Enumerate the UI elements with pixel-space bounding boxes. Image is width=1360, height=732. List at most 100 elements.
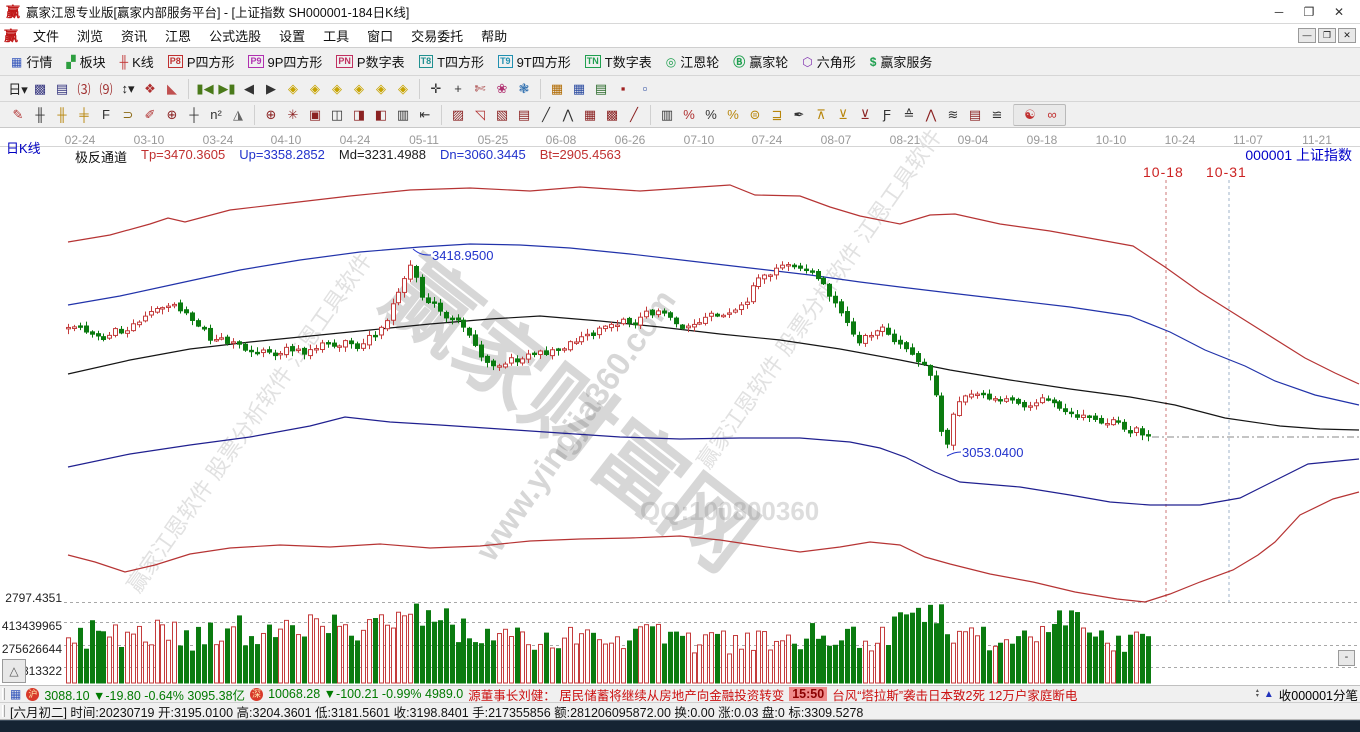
- minimize-icon[interactable]: ─: [1264, 5, 1294, 19]
- menu-8[interactable]: 窗口: [358, 24, 402, 47]
- winner-wheel-button[interactable]: Ⓑ赢家轮: [726, 49, 795, 74]
- gold-circle-icon[interactable]: ⊜: [744, 105, 766, 125]
- menu-1[interactable]: 文件: [24, 24, 68, 47]
- shrink-button[interactable]: -: [1338, 650, 1355, 666]
- trend-line-icon[interactable]: ╱: [535, 105, 557, 125]
- wave-icon[interactable]: ≋: [942, 105, 964, 125]
- ray-line-icon[interactable]: ╱: [623, 105, 645, 125]
- square-grid-icon[interactable]: ▦: [579, 105, 601, 125]
- pattern-brain-icon[interactable]: ❃: [513, 79, 535, 99]
- sectors-button[interactable]: ▞板块: [59, 49, 112, 74]
- crosshair-icon[interactable]: +: [447, 79, 469, 99]
- peak-tool-icon[interactable]: ⋀: [920, 105, 942, 125]
- restore-icon[interactable]: ❐: [1294, 5, 1324, 19]
- shen-grid-icon[interactable]: ◨: [348, 105, 370, 125]
- nine-t-square-button[interactable]: T99T四方形: [491, 49, 578, 74]
- shade-box-icon[interactable]: ▧: [491, 105, 513, 125]
- ma3-icon[interactable]: ⑶: [73, 79, 95, 99]
- save-icon[interactable]: ▪: [612, 79, 634, 99]
- flag-icon[interactable]: ◮: [227, 105, 249, 125]
- news-ticker-1[interactable]: 源董事长刘健： 居民储蓄将继续从房地产向金融投资转变: [468, 686, 784, 703]
- grid-tool-icon[interactable]: ╫: [29, 105, 51, 125]
- gann-diamond-left-icon[interactable]: ◈: [282, 79, 304, 99]
- color-volume-icon[interactable]: ◣: [161, 79, 183, 99]
- menu-5[interactable]: 公式选股: [200, 24, 270, 47]
- measure-icon[interactable]: ✄: [469, 79, 491, 99]
- gold-grid-icon[interactable]: ╫: [51, 105, 73, 125]
- news-ticker-2[interactable]: 台风“塔拉斯”袭击日本致2死 12万户家庭断电: [832, 686, 1077, 703]
- menu-3[interactable]: 资讯: [112, 24, 156, 47]
- market-grid-icon[interactable]: ▦: [10, 687, 21, 701]
- child-restore-icon[interactable]: ❐: [1318, 28, 1336, 43]
- p-number-table-button[interactable]: PNP数字表: [329, 49, 411, 74]
- fan-lines-icon[interactable]: ◹: [469, 105, 491, 125]
- cross-grid-icon[interactable]: ┼: [183, 105, 205, 125]
- menu-4[interactable]: 江恩: [156, 24, 200, 47]
- ticker-scroll-spinner[interactable]: ▴▾: [1256, 689, 1259, 699]
- gann-diamond-grid-icon[interactable]: ◈: [392, 79, 414, 99]
- ladder-icon[interactable]: ▤: [964, 105, 986, 125]
- ruler-grid-icon[interactable]: ▥: [392, 105, 414, 125]
- prev-bar-icon[interactable]: ◀: [238, 79, 260, 99]
- angle-gold-icon[interactable]: ⊼: [810, 105, 832, 125]
- gold-box-icon[interactable]: ⊒: [766, 105, 788, 125]
- pen-icon[interactable]: ✐: [139, 105, 161, 125]
- ma9-icon[interactable]: ⑼: [95, 79, 117, 99]
- percent-red-icon[interactable]: %: [678, 105, 700, 125]
- bar-style-dropdown[interactable]: ↕▾: [117, 79, 139, 99]
- zigzag-icon[interactable]: ⋀: [557, 105, 579, 125]
- pattern-search-icon[interactable]: ❖: [139, 79, 161, 99]
- taiji-icon[interactable]: ☯: [1019, 105, 1041, 125]
- gann-wheel-button[interactable]: ◎江恩轮: [659, 49, 727, 74]
- ink-pen-icon[interactable]: ✒: [788, 105, 810, 125]
- win-grid-icon[interactable]: ◧: [370, 105, 392, 125]
- infinity-icon[interactable]: ∞: [1041, 105, 1063, 125]
- hexagon-button[interactable]: ⬡六角形: [795, 49, 863, 74]
- child-close-icon[interactable]: ✕: [1338, 28, 1356, 43]
- column-tool-icon[interactable]: ▥: [656, 105, 678, 125]
- menu-10[interactable]: 帮助: [472, 24, 516, 47]
- square-number-icon[interactable]: n²: [205, 105, 227, 125]
- angle-grid-icon[interactable]: ▨: [447, 105, 469, 125]
- gann-diamond-contract-icon[interactable]: ◈: [348, 79, 370, 99]
- chart-region[interactable]: 赢家财富网 www.yingjia360.com 赢家江恩软件 股票分析软件 江…: [0, 128, 1360, 686]
- calendar-icon[interactable]: ▦: [546, 79, 568, 99]
- close-icon[interactable]: ✕: [1324, 5, 1354, 19]
- kline-button[interactable]: ╫K线: [113, 49, 161, 74]
- congruent-icon[interactable]: ≌: [986, 105, 1008, 125]
- wedge-gold-icon[interactable]: ⊻: [832, 105, 854, 125]
- gann-diamond-right-icon[interactable]: ◈: [304, 79, 326, 99]
- market-quotes-button[interactable]: ▦行情: [4, 49, 59, 74]
- t-square-button[interactable]: T8T四方形: [412, 49, 491, 74]
- gann-box-icon[interactable]: ▣: [304, 105, 326, 125]
- f-line-icon[interactable]: Ƒ: [876, 105, 898, 125]
- next-bar-icon[interactable]: ▶: [260, 79, 282, 99]
- menu-9[interactable]: 交易委托: [402, 24, 472, 47]
- gann-diamond-expand-icon[interactable]: ◈: [326, 79, 348, 99]
- rose-tool-icon[interactable]: ❀: [491, 79, 513, 99]
- nine-p-square-button[interactable]: P99P四方形: [241, 49, 329, 74]
- fibonacci-icon[interactable]: F: [95, 105, 117, 125]
- tick-data-label[interactable]: 收000001分笔: [1279, 686, 1358, 703]
- notepad-icon[interactable]: ▤: [590, 79, 612, 99]
- winner-service-button[interactable]: $赢家服务: [863, 49, 940, 74]
- menu-2[interactable]: 浏览: [68, 24, 112, 47]
- band-box-icon[interactable]: ▤: [513, 105, 535, 125]
- gold-ratio-icon[interactable]: ╪: [73, 105, 95, 125]
- menu-6[interactable]: 设置: [270, 24, 314, 47]
- export-icon[interactable]: ▫: [634, 79, 656, 99]
- quote-panel-icon[interactable]: ▤: [51, 79, 73, 99]
- gann-diamond-vertical-icon[interactable]: ◈: [370, 79, 392, 99]
- first-bar-icon[interactable]: ▮◀: [194, 79, 216, 99]
- child-minimize-icon[interactable]: —: [1298, 28, 1316, 43]
- last-bar-icon[interactable]: ▶▮: [216, 79, 238, 99]
- extend-left-icon[interactable]: ⇤: [414, 105, 436, 125]
- menu-7[interactable]: 工具: [314, 24, 358, 47]
- percent-gold-icon[interactable]: %: [722, 105, 744, 125]
- calculator-icon[interactable]: ▦: [568, 79, 590, 99]
- p-square-button[interactable]: P8P四方形: [161, 49, 242, 74]
- t-number-table-button[interactable]: TNT数字表: [578, 49, 659, 74]
- brush-icon[interactable]: ✎: [7, 105, 29, 125]
- spiral-icon[interactable]: ⊃: [117, 105, 139, 125]
- percent-icon[interactable]: %: [700, 105, 722, 125]
